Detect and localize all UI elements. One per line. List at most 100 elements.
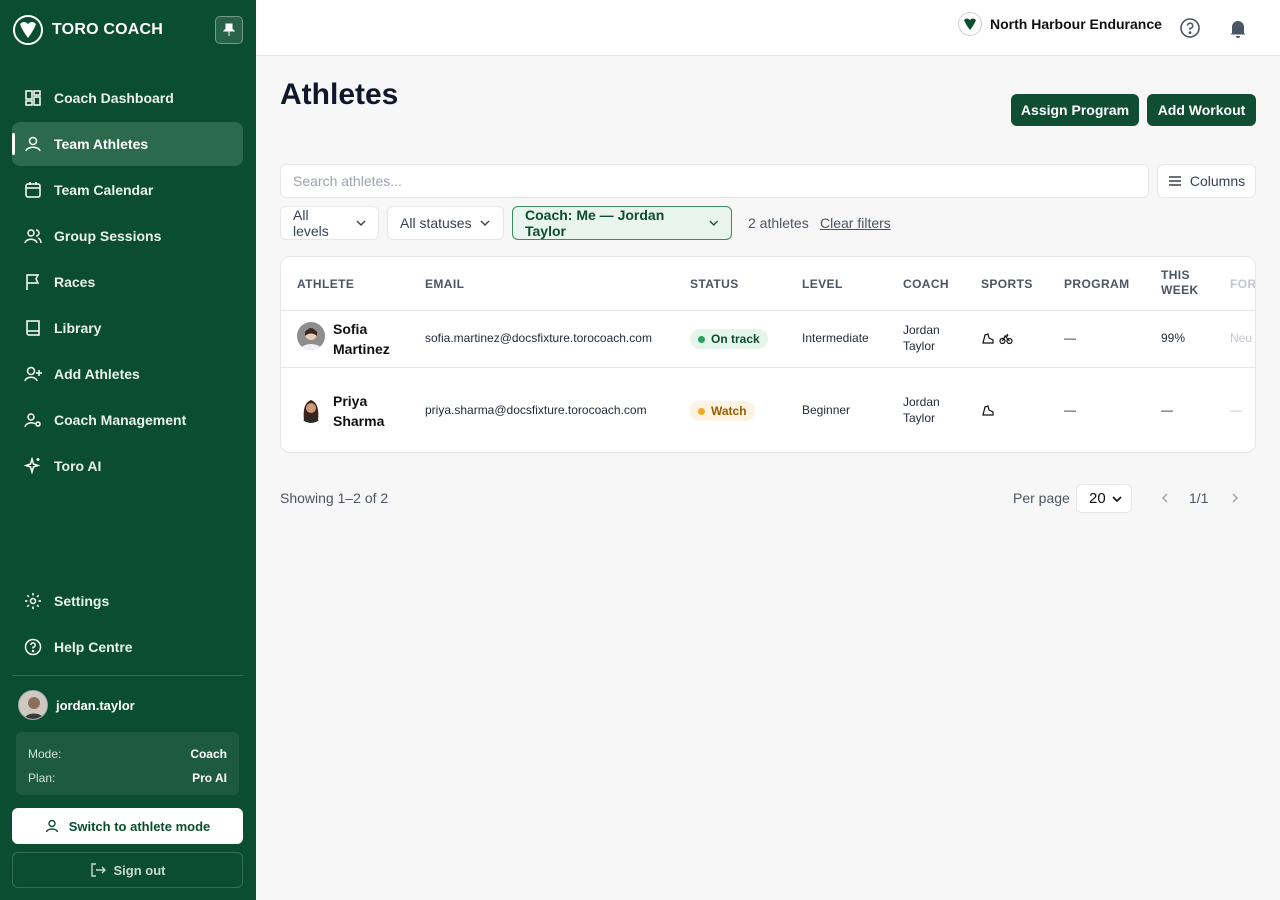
athletes-table: ATHLETE EMAIL STATUS LEVEL COACH SPORTS … [280, 256, 1256, 453]
header-status[interactable]: STATUS [690, 277, 739, 291]
sidebar-item-group-sessions[interactable]: Group Sessions [12, 214, 243, 258]
assign-program-button[interactable]: Assign Program [1011, 94, 1139, 126]
coach-filter-label: Coach: Me — Jordan Taylor [525, 207, 665, 239]
levels-filter[interactable]: All levels [280, 206, 379, 240]
status-badge: Watch [690, 401, 755, 421]
sidebar-item-label: Help Centre [54, 639, 133, 655]
clear-filters-link[interactable]: Clear filters [820, 215, 891, 231]
toro-logo-icon [13, 15, 43, 45]
switch-label: Switch to athlete mode [68, 818, 211, 834]
athlete-form: — [1230, 403, 1242, 417]
calendar-icon [25, 182, 41, 198]
athlete-avatar-icon [297, 322, 325, 350]
sidebar-item-coach-management[interactable]: Coach Management [12, 398, 243, 442]
sidebar-item-help-centre[interactable]: Help Centre [12, 625, 243, 669]
sidebar-item-team-athletes[interactable]: Team Athletes [12, 122, 243, 166]
page-title: Athletes [280, 78, 399, 111]
athlete-this-week: — [1161, 403, 1173, 417]
athlete-last-name: Martinez [333, 341, 390, 357]
header-this-week[interactable]: THIS WEEK [1161, 268, 1199, 298]
plan-box: Mode: Coach Plan: Pro AI [16, 732, 239, 795]
list-icon [1168, 176, 1181, 186]
brand[interactable]: TORO COACH [12, 12, 163, 48]
per-page-select[interactable]: 20 [1076, 484, 1132, 513]
page-indicator: 1/1 [1189, 490, 1209, 506]
user-avatar-icon [19, 691, 47, 719]
sidebar-item-coach-dashboard[interactable]: Coach Dashboard [12, 76, 243, 120]
header-coach[interactable]: COACH [903, 277, 949, 291]
statuses-filter[interactable]: All statuses [387, 206, 504, 240]
header-form[interactable]: FOR [1230, 277, 1255, 291]
coach-filter[interactable]: Coach: Me — Jordan Taylor [512, 206, 732, 240]
search-input[interactable] [280, 164, 1149, 198]
athlete-form: Neu [1230, 331, 1253, 345]
chevron-down-icon [1112, 495, 1122, 502]
row-separator [281, 310, 1255, 311]
chevron-down-icon [709, 220, 719, 226]
header-level[interactable]: LEVEL [802, 277, 843, 291]
athlete-avatar-icon [297, 395, 325, 423]
running-shoe-icon [982, 333, 994, 344]
chevron-down-icon [356, 220, 366, 226]
sidebar: TORO COACH Coach Dashboard Team Athletes… [0, 0, 256, 900]
sidebar-item-label: Team Athletes [54, 136, 149, 152]
athlete-name[interactable]: Priya Sharma [333, 391, 413, 431]
athlete-this-week: 99% [1161, 331, 1186, 345]
sidebar-item-label: Group Sessions [54, 228, 162, 244]
showing-count: Showing 1–2 of 2 [280, 490, 389, 506]
sign-out-label: Sign out [113, 862, 166, 878]
mode-value: Coach [190, 747, 227, 761]
levels-filter-label: All levels [293, 207, 329, 239]
user-cog-icon [24, 413, 41, 428]
sidebar-item-toro-ai[interactable]: Toro AI [12, 444, 243, 488]
pin-sidebar-button[interactable] [215, 16, 243, 44]
user-profile[interactable]: jordan.taylor [18, 690, 135, 720]
status-dot [698, 335, 705, 343]
organization-switcher[interactable]: North Harbour Endurance [958, 12, 1162, 36]
per-page-value: 20 [1089, 490, 1106, 507]
sidebar-item-team-calendar[interactable]: Team Calendar [12, 168, 243, 212]
athlete-level: Beginner [802, 403, 851, 417]
sidebar-item-label: Library [54, 320, 102, 336]
athlete-program: — [1064, 403, 1076, 417]
avatar [297, 322, 325, 350]
avatar [18, 690, 48, 720]
dashboard-icon [25, 90, 41, 106]
switch-to-athlete-mode-button[interactable]: Switch to athlete mode [12, 808, 243, 844]
coach-first-name: Jordan [903, 395, 940, 409]
help-icon[interactable] [1179, 17, 1201, 39]
columns-button[interactable]: Columns [1157, 164, 1256, 198]
book-icon [26, 320, 40, 336]
athlete-coach: Jordan Taylor [903, 322, 953, 354]
add-workout-button[interactable]: Add Workout [1147, 94, 1256, 126]
sidebar-item-label: Coach Dashboard [54, 90, 174, 106]
status-badge: On track [690, 329, 768, 349]
bell-icon[interactable] [1227, 17, 1249, 39]
next-page-button[interactable] [1228, 490, 1242, 506]
header-athlete[interactable]: ATHLETE [297, 277, 354, 291]
header-email[interactable]: EMAIL [425, 277, 464, 291]
status-label: Watch [711, 404, 747, 418]
header-sports[interactable]: SPORTS [981, 277, 1033, 291]
header-program[interactable]: PROGRAM [1064, 277, 1129, 291]
sidebar-item-add-athletes[interactable]: Add Athletes [12, 352, 243, 396]
previous-page-button[interactable] [1158, 490, 1172, 506]
sidebar-item-settings[interactable]: Settings [12, 579, 243, 623]
org-logo-icon [958, 12, 982, 36]
bike-icon [999, 333, 1013, 345]
athlete-level: Intermediate [802, 331, 869, 345]
top-bar: North Harbour Endurance [256, 0, 1280, 56]
athlete-sports [981, 403, 995, 417]
athlete-count: 2 athletes [748, 215, 809, 231]
gear-icon [25, 593, 41, 609]
help-circle-icon [24, 638, 42, 656]
sidebar-item-library[interactable]: Library [12, 306, 243, 350]
sidebar-nav: Coach Dashboard Team Athletes Team Calen… [12, 76, 243, 490]
org-name: North Harbour Endurance [990, 16, 1162, 32]
sidebar-divider [12, 675, 243, 676]
athlete-name[interactable]: Sofia Martinez [333, 319, 413, 359]
sidebar-item-races[interactable]: Races [12, 260, 243, 304]
sign-out-button[interactable]: Sign out [12, 852, 243, 888]
status-label: On track [711, 332, 760, 346]
user-name: jordan.taylor [56, 697, 135, 713]
